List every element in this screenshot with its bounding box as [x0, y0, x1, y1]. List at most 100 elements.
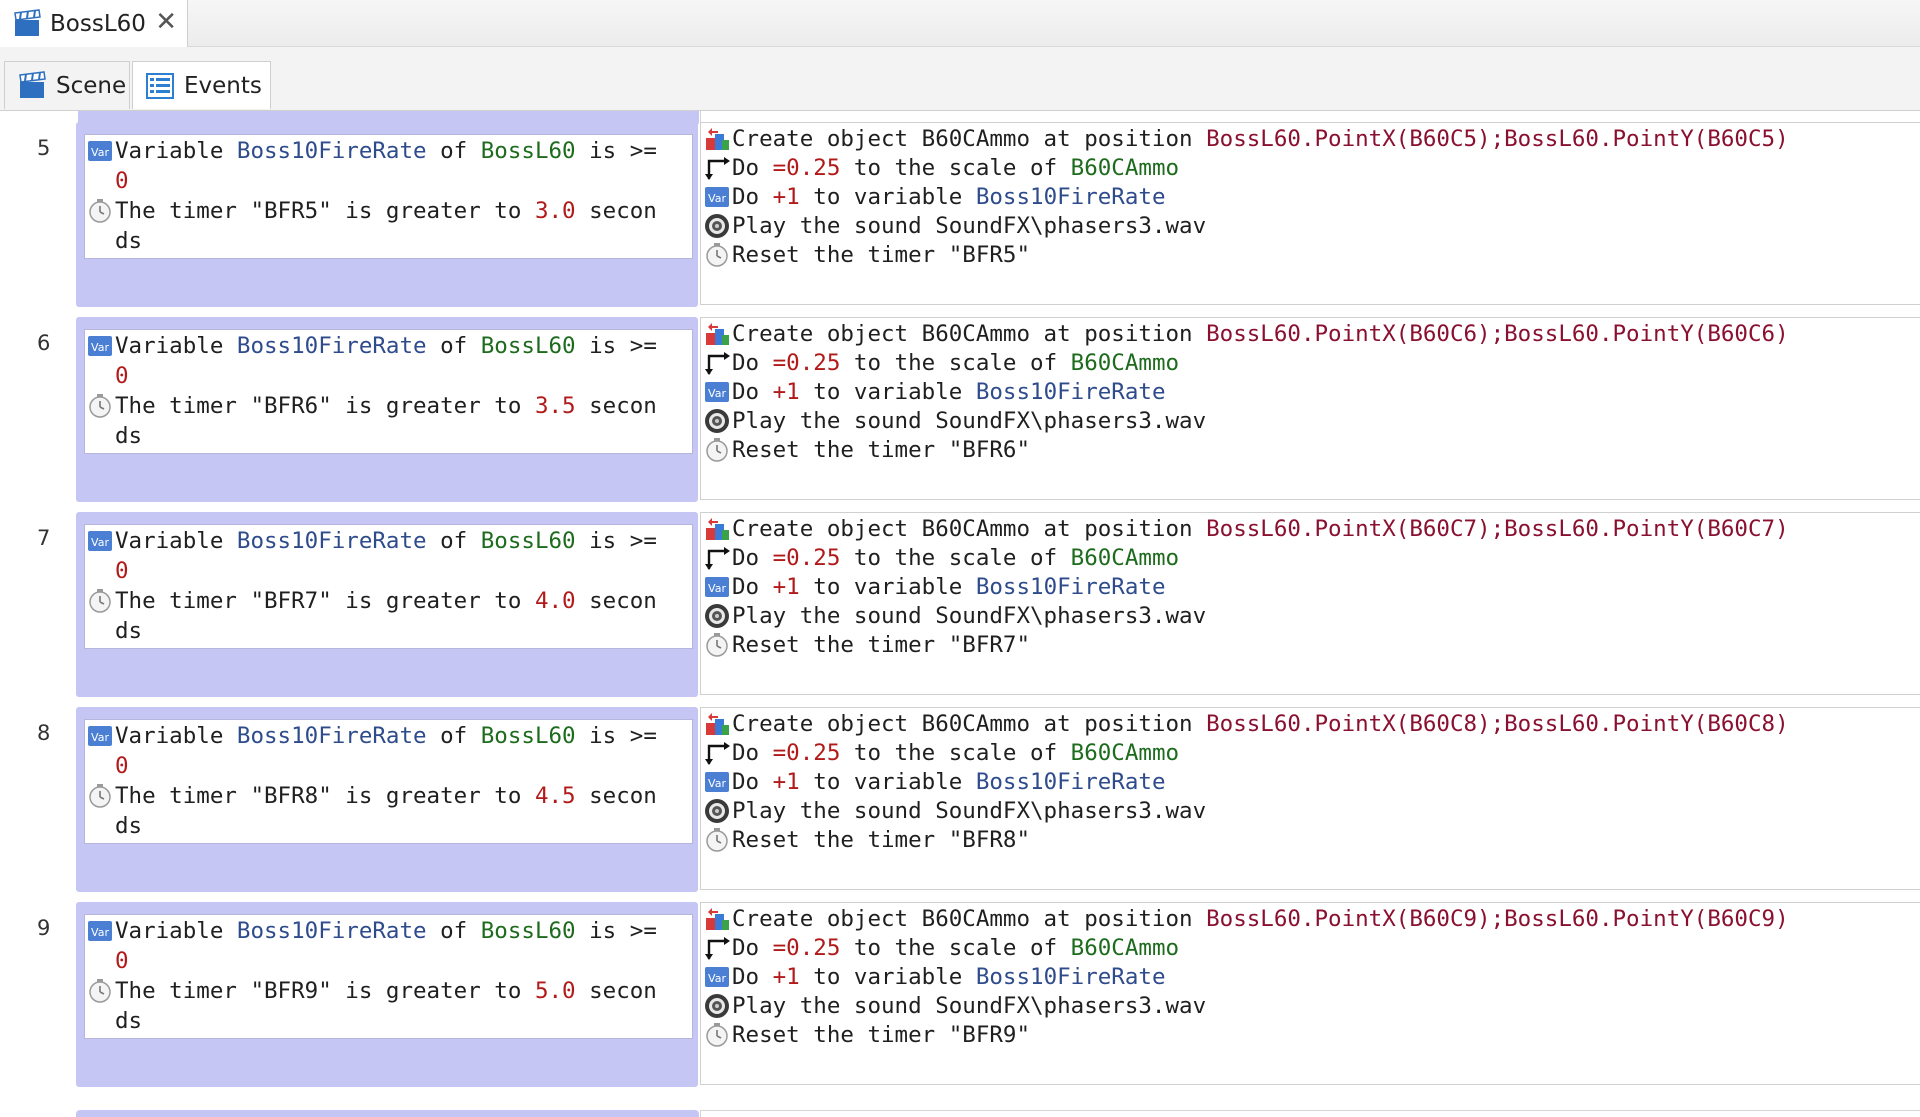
timer-icon — [89, 199, 111, 223]
condition-variable-value: 0 — [115, 363, 129, 389]
condition-timer[interactable]: The timer "BFR5" is greater to 3.0 secon — [87, 195, 657, 227]
conditions-list[interactable]: Var Variable Boss10FireRate of BossL60 i… — [84, 134, 693, 259]
clapperboard-icon — [19, 70, 46, 98]
action-play-sound[interactable]: Play the sound SoundFX\phasers3.wav — [704, 405, 1206, 437]
event-row[interactable]: 6 Var Variable Boss10FireRate of BossL60… — [0, 306, 1920, 502]
svg-text:Var: Var — [91, 146, 109, 159]
tab-scene[interactable]: Scene — [4, 61, 130, 109]
close-icon[interactable]: ✕ — [155, 9, 177, 35]
variable-icon: Var — [705, 382, 729, 402]
action-reset-timer[interactable]: Reset the timer "BFR9" — [704, 1019, 1030, 1051]
action-modify-variable[interactable]: Var Do +1 to variable Boss10FireRate — [704, 376, 1166, 408]
create-object-icon — [706, 518, 729, 540]
action-create-object[interactable]: Create object B60CAmmo at position BossL… — [704, 318, 1789, 350]
variable-icon: Var — [88, 921, 112, 941]
condition-variable[interactable]: Var Variable Boss10FireRate of BossL60 i… — [87, 525, 657, 557]
timer-seconds: 4.5 — [534, 783, 576, 809]
event-row[interactable]: 5 Var Variable Boss10FireRate of BossL60… — [0, 111, 1920, 307]
variable-name: Boss10FireRate — [236, 918, 427, 944]
condition-variable-value: 0 — [115, 948, 129, 974]
action-modify-variable[interactable]: Var Do +1 to variable Boss10FireRate — [704, 571, 1166, 603]
actions-list[interactable]: Create object B60CAmmo at position BossL… — [700, 512, 1920, 695]
condition-variable-value: 0 — [115, 753, 129, 779]
resize-arrow-icon — [705, 937, 730, 960]
action-reset-timer[interactable]: Reset the timer "BFR6" — [704, 434, 1030, 466]
action-scale[interactable]: Do =0.25 to the scale of B60CAmmo — [704, 542, 1179, 574]
condition-timer[interactable]: The timer "BFR9" is greater to 5.0 secon — [87, 975, 657, 1007]
action-create-object[interactable]: Create object B60CAmmo at position BossL… — [704, 513, 1789, 545]
action-scale[interactable]: Do =0.25 to the scale of B60CAmmo — [704, 737, 1179, 769]
variable-icon: Var — [705, 967, 729, 987]
actions-list[interactable]: Create object B60CAmmo at position BossL… — [700, 902, 1920, 1085]
conditions-list[interactable]: Var Variable Boss10FireRate of BossL60 i… — [84, 524, 693, 649]
condition-timer-wrap: ds — [115, 1008, 143, 1034]
conditions-list[interactable]: Var Variable Boss10FireRate of BossL60 i… — [84, 329, 693, 454]
action-scale[interactable]: Do =0.25 to the scale of B60CAmmo — [704, 152, 1179, 184]
action-modify-variable[interactable]: Var Do +1 to variable Boss10FireRate — [704, 181, 1166, 213]
svg-text:Var: Var — [91, 536, 109, 549]
timer-seconds: 4.0 — [534, 588, 576, 614]
condition-timer-wrap: ds — [115, 618, 143, 644]
actions-list[interactable]: Create object B60CAmmo at position BossL… — [700, 317, 1920, 500]
object-name: BossL60 — [480, 723, 576, 749]
timer-icon — [89, 589, 111, 613]
condition-timer[interactable]: The timer "BFR7" is greater to 4.0 secon — [87, 585, 657, 617]
object-name: BossL60 — [480, 528, 576, 554]
event-number: 8 — [37, 721, 51, 745]
event-row[interactable]: 8 Var Variable Boss10FireRate of BossL60… — [0, 696, 1920, 892]
condition-variable[interactable]: Var Variable Boss10FireRate of BossL60 i… — [87, 720, 657, 752]
condition-timer[interactable]: The timer "BFR6" is greater to 3.5 secon — [87, 390, 657, 422]
action-scale[interactable]: Do =0.25 to the scale of B60CAmmo — [704, 347, 1179, 379]
document-tab-bossl60[interactable]: BossL60 ✕ — [0, 0, 188, 47]
event-sheet[interactable]: 5 Var Variable Boss10FireRate of BossL60… — [0, 111, 1920, 1117]
action-play-sound[interactable]: Play the sound SoundFX\phasers3.wav — [704, 990, 1206, 1022]
action-scale[interactable]: Do =0.25 to the scale of B60CAmmo — [704, 932, 1179, 964]
object-name: BossL60 — [480, 333, 576, 359]
create-object-icon — [706, 713, 729, 735]
view-tab-bar: Scene Events — [0, 47, 1920, 111]
next-event-condition-head — [76, 1110, 699, 1117]
action-modify-variable[interactable]: Var Do +1 to variable Boss10FireRate — [704, 961, 1166, 993]
action-reset-timer[interactable]: Reset the timer "BFR8" — [704, 824, 1030, 856]
event-row[interactable]: 7 Var Variable Boss10FireRate of BossL60… — [0, 501, 1920, 697]
action-play-sound[interactable]: Play the sound SoundFX\phasers3.wav — [704, 600, 1206, 632]
condition-timer[interactable]: The timer "BFR8" is greater to 4.5 secon — [87, 780, 657, 812]
condition-variable[interactable]: Var Variable Boss10FireRate of BossL60 i… — [87, 915, 657, 947]
svg-text:Var: Var — [708, 192, 726, 205]
variable-icon: Var — [88, 336, 112, 356]
clapperboard-icon — [14, 8, 41, 36]
tab-scene-label: Scene — [56, 72, 127, 99]
action-create-object[interactable]: Create object B60CAmmo at position BossL… — [704, 708, 1789, 740]
event-number: 6 — [37, 331, 51, 355]
condition-variable[interactable]: Var Variable Boss10FireRate of BossL60 i… — [87, 330, 657, 362]
svg-text:Var: Var — [708, 582, 726, 595]
variable-name: Boss10FireRate — [236, 138, 427, 164]
conditions-list[interactable]: Var Variable Boss10FireRate of BossL60 i… — [84, 719, 693, 844]
action-create-object[interactable]: Create object B60CAmmo at position BossL… — [704, 123, 1789, 155]
action-create-object[interactable]: Create object B60CAmmo at position BossL… — [704, 903, 1789, 935]
actions-list[interactable]: Create object B60CAmmo at position BossL… — [700, 122, 1920, 305]
actions-list[interactable]: Create object B60CAmmo at position BossL… — [700, 707, 1920, 890]
action-play-sound[interactable]: Play the sound SoundFX\phasers3.wav — [704, 210, 1206, 242]
timer-icon — [706, 633, 728, 657]
action-reset-timer[interactable]: Reset the timer "BFR5" — [704, 239, 1030, 271]
conditions-list[interactable]: Var Variable Boss10FireRate of BossL60 i… — [84, 914, 693, 1039]
variable-name: Boss10FireRate — [236, 333, 427, 359]
variable-name: Boss10FireRate — [236, 528, 427, 554]
resize-arrow-icon — [705, 352, 730, 375]
svg-text:Var: Var — [91, 731, 109, 744]
action-play-sound[interactable]: Play the sound SoundFX\phasers3.wav — [704, 795, 1206, 827]
condition-variable[interactable]: Var Variable Boss10FireRate of BossL60 i… — [87, 135, 657, 167]
action-reset-timer[interactable]: Reset the timer "BFR7" — [704, 629, 1030, 661]
svg-text:Var: Var — [91, 926, 109, 939]
variable-icon: Var — [88, 726, 112, 746]
event-number: 5 — [37, 136, 51, 160]
speaker-icon — [705, 994, 729, 1018]
svg-text:Var: Var — [708, 387, 726, 400]
variable-icon: Var — [88, 141, 112, 161]
timer-seconds: 5.0 — [534, 978, 576, 1004]
event-row[interactable]: 9 Var Variable Boss10FireRate of BossL60… — [0, 891, 1920, 1087]
timer-icon — [706, 438, 728, 462]
action-modify-variable[interactable]: Var Do +1 to variable Boss10FireRate — [704, 766, 1166, 798]
tab-events[interactable]: Events — [132, 61, 271, 109]
